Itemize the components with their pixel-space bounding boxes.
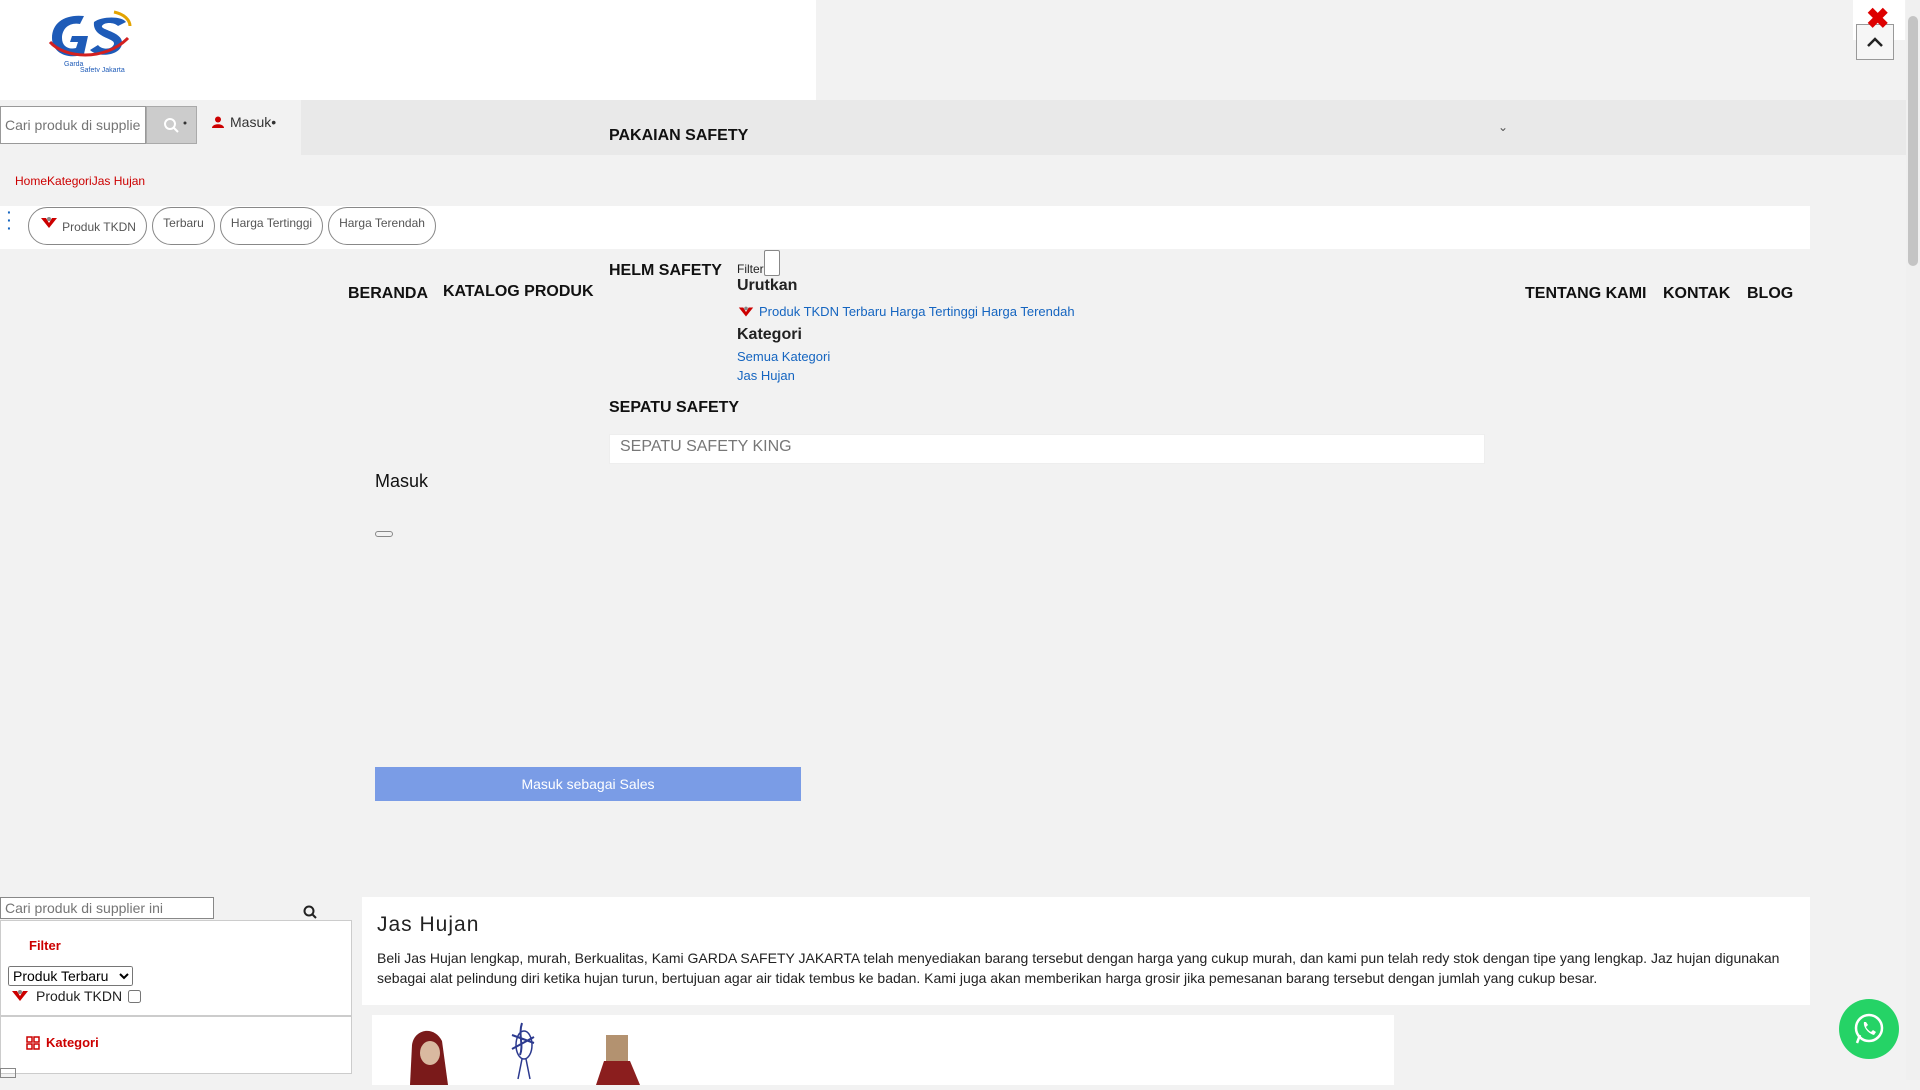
nav-helm-safety[interactable]: HELM SAFETY [609, 262, 722, 280]
nav-pakaian-safety[interactable]: PAKAIAN SAFETY [609, 127, 748, 145]
tkdn-checkbox[interactable] [128, 989, 142, 1003]
top-search-input[interactable] [0, 106, 146, 144]
filter-label: Filter [737, 262, 764, 276]
nav-kontak[interactable]: KONTAK [1663, 285, 1730, 303]
nav-katalog-produk[interactable]: KATALOG PRODUK [443, 283, 594, 301]
urutkan-options[interactable]: Produk TKDN Terbaru Harga Tertinggi Harg… [737, 304, 1075, 319]
svg-text:Safety Jakarta: Safety Jakarta [80, 67, 125, 72]
sidebar-sort-select[interactable]: Produk Terbaru [8, 966, 133, 986]
breadcrumb-home[interactable]: Home [15, 174, 47, 188]
tkdn-label: Produk TKDN [36, 988, 123, 1004]
nav-bar [301, 100, 1906, 155]
chip-harga-tertinggi[interactable]: Harga Tertinggi [220, 207, 323, 245]
sidebar-tkdn-filter[interactable]: Produk TKDN [10, 988, 142, 1004]
sidebar-filter-label: Filter [29, 938, 61, 953]
dot-icon: • [271, 114, 277, 130]
kategori-title: Kategori [737, 326, 802, 343]
kategori-semua[interactable]: Semua Kategori [737, 349, 830, 364]
tkdn-logo-icon [41, 217, 58, 228]
site-logo[interactable]: Garda Safety Jakarta [44, 8, 134, 74]
kategori-label: Kategori [46, 1035, 99, 1050]
filter-close-button[interactable] [763, 250, 780, 276]
nav-tentang-kami[interactable]: TENTANG KAMI [1525, 285, 1646, 303]
login-as-sales-button[interactable]: Masuk sebagai Sales [375, 767, 801, 801]
whatsapp-icon [1854, 1013, 1884, 1044]
sidebar-kategori-toggle[interactable]: Kategori [26, 1035, 99, 1050]
urutkan-title: Urutkan [737, 277, 798, 294]
chip-label: Produk TKDN [62, 220, 136, 234]
top-search-button[interactable] [146, 106, 197, 144]
login-modal-title: Masuk [375, 471, 429, 491]
breadcrumb: HomeKategoriJas Hujan [15, 174, 145, 188]
chevron-down-icon[interactable]: ⌄ [1498, 120, 1508, 134]
nav-blog[interactable]: BLOG [1747, 285, 1793, 303]
product-grid [372, 1015, 1394, 1085]
login-modal-close-button[interactable] [375, 531, 393, 537]
search-icon [164, 118, 187, 133]
submenu-sepatu-safety-king[interactable]: SEPATU SAFETY KING [609, 434, 1485, 464]
nav-sepatu-safety[interactable]: SEPATU SAFETY [609, 399, 739, 417]
filter-header: Filter [737, 250, 780, 276]
breadcrumb-kategori[interactable]: Kategori [47, 174, 92, 188]
page-title: Jas Hujan [377, 913, 480, 936]
more-vertical-icon[interactable]: · · · [7, 205, 12, 235]
chip-label: Harga Terendah [339, 216, 425, 230]
breadcrumb-current[interactable]: Jas Hujan [92, 174, 145, 188]
login-link[interactable]: Masuk • [212, 114, 276, 130]
chip-label: Harga Tertinggi [230, 216, 313, 230]
whatsapp-button[interactable] [1839, 999, 1899, 1059]
close-icon[interactable]: ✖ [1866, 4, 1889, 34]
user-icon [212, 116, 224, 128]
login-label: Masuk [230, 114, 272, 130]
chevron-up-icon [1867, 37, 1883, 47]
tkdn-logo-icon [12, 990, 28, 1001]
product-thumbnails[interactable] [372, 1015, 672, 1085]
urutkan-options-text: Produk TKDN Terbaru Harga Tertinggi Harg… [759, 304, 1075, 319]
chip-harga-terendah[interactable]: Harga Terendah [328, 207, 436, 245]
tkdn-logo-icon [738, 306, 754, 316]
chip-terbaru[interactable]: Terbaru [152, 207, 215, 245]
chip-label: Terbaru [163, 216, 204, 230]
category-description: Beli Jas Hujan lengkap, murah, Berkualit… [377, 950, 1780, 986]
sidebar-search-input[interactable] [0, 897, 214, 919]
scrollbar-thumb[interactable] [1908, 16, 1918, 266]
grid-icon [26, 1035, 40, 1050]
chip-produk-tkdn[interactable]: Produk TKDN [28, 207, 147, 245]
kategori-jas-hujan[interactable]: Jas Hujan [737, 368, 795, 383]
nav-beranda[interactable]: BERANDA [348, 285, 428, 303]
bottom-checkbox[interactable] [0, 1068, 16, 1078]
